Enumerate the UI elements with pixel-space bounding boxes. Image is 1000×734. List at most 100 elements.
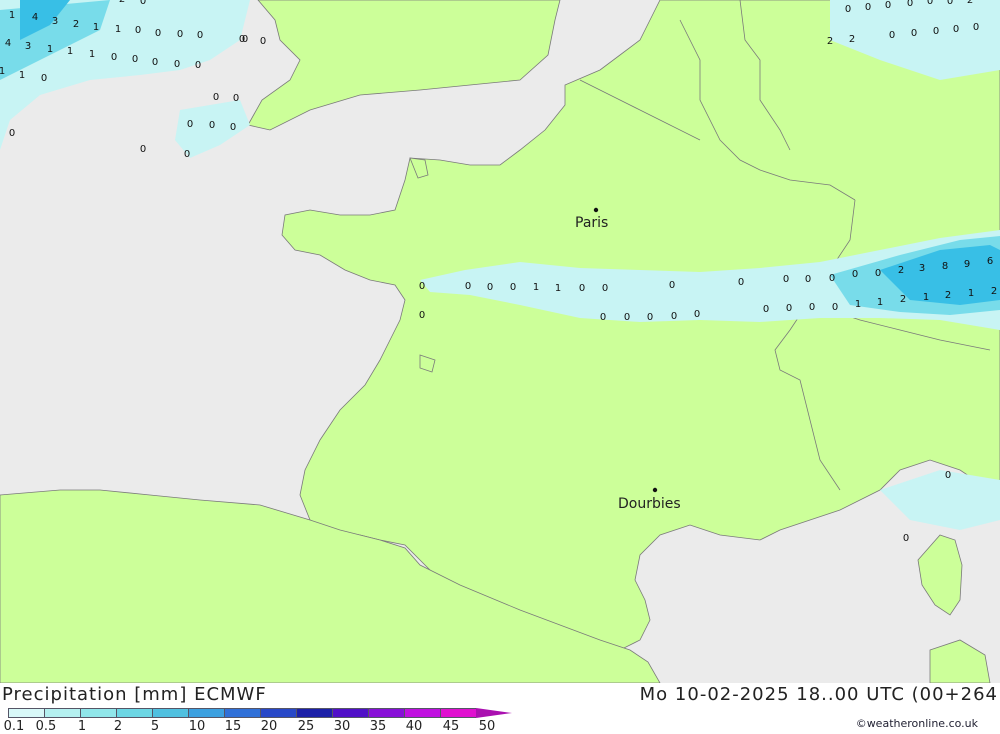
legend-swatch <box>8 708 44 718</box>
precip-value-label: 2 <box>827 36 833 47</box>
legend-label: 30 <box>333 719 351 734</box>
precip-value-label: 1 <box>93 22 99 33</box>
precip-value-label: 0 <box>602 283 608 294</box>
precip-value-label: 2 <box>849 34 855 45</box>
precip-value-label: 9 <box>964 259 970 270</box>
legend-swatch <box>116 708 152 718</box>
precip-value-label: 1 <box>47 44 53 55</box>
precip-value-label: 0 <box>945 470 951 481</box>
precip-value-label: 0 <box>510 282 516 293</box>
precip-value-label: 0 <box>140 144 146 155</box>
precip-value-label: 1 <box>115 24 121 35</box>
precip-value-label: 0 <box>233 93 239 104</box>
precip-value-label: 1 <box>555 283 561 294</box>
map-title: Precipitation [mm] ECMWF <box>2 684 267 705</box>
precip-value-label: 0 <box>669 280 675 291</box>
legend-swatch <box>44 708 80 718</box>
precip-value-label: 0 <box>579 283 585 294</box>
legend-swatch <box>152 708 188 718</box>
precip-value-label: 0 <box>600 312 606 323</box>
precip-value-label: 2 <box>900 294 906 305</box>
precip-value-label: 0 <box>845 4 851 15</box>
precip-value-label: 0 <box>783 274 789 285</box>
legend-label: 45 <box>442 719 460 734</box>
precip-value-label: 3 <box>919 263 925 274</box>
precip-value-label: 0 <box>829 273 835 284</box>
forecast-time: Mo 10-02-2025 18..00 UTC (00+264 <box>639 684 998 705</box>
precip-value-label: 0 <box>947 0 953 7</box>
precip-value-label: 2 <box>73 19 79 30</box>
precip-value-label: 1 <box>923 292 929 303</box>
precip-value-label: 0 <box>155 28 161 39</box>
city-label-paris: Paris <box>575 215 608 231</box>
legend-swatch <box>332 708 368 718</box>
precip-value-label: 0 <box>903 533 909 544</box>
legend-label: 1 <box>77 719 87 734</box>
precip-value-label: 0 <box>671 311 677 322</box>
precip-value-label: 0 <box>852 269 858 280</box>
precipitation-map: Paris Dourbies 1 4 3 2 1 1 0 0 0 0 0 4 3 1 1 1 0 0 0 0 0 1 1 0 0… <box>0 0 1000 683</box>
precip-value-label: 3 <box>25 41 31 52</box>
precip-value-label: 2 <box>967 0 973 6</box>
precip-value-label: 0 <box>973 22 979 33</box>
legend-label: 0.1 <box>3 719 25 734</box>
precip-value-label: 8 <box>942 261 948 272</box>
precip-value-label: 0 <box>419 281 425 292</box>
precip-value-label: 0 <box>809 302 815 313</box>
precip-value-label: 0 <box>111 52 117 63</box>
legend-swatch <box>260 708 296 718</box>
precip-value-label: 1 <box>89 49 95 60</box>
precip-value-label: 2 <box>119 0 125 5</box>
legend-swatch <box>404 708 440 718</box>
precip-value-label: 0 <box>197 30 203 41</box>
precip-value-label: 0 <box>187 119 193 130</box>
legend-swatch <box>80 708 116 718</box>
precip-value-label: 0 <box>260 36 266 47</box>
precip-value-label: 0 <box>647 312 653 323</box>
precip-value-label: 1 <box>877 297 883 308</box>
precip-value-label: 1 <box>968 288 974 299</box>
precip-value-label: 0 <box>230 122 236 133</box>
precip-value-label: 0 <box>907 0 913 9</box>
city-label-dourbies: Dourbies <box>618 496 681 512</box>
precip-value-label: 2 <box>991 286 997 297</box>
precipitation-legend <box>8 708 512 718</box>
precip-value-label: 3 <box>52 16 58 27</box>
precip-value-label: 2 <box>898 265 904 276</box>
precip-value-label: 0 <box>174 59 180 70</box>
legend-swatch <box>296 708 332 718</box>
city-dot-paris <box>593 207 599 213</box>
precip-value-label: 0 <box>177 29 183 40</box>
precip-value-label: 0 <box>152 57 158 68</box>
city-dot-dourbies <box>652 487 658 493</box>
legend-label: 0.5 <box>35 719 57 734</box>
credit-link[interactable]: ©weatheronline.co.uk <box>856 717 978 730</box>
precip-value-label: 6 <box>987 256 993 267</box>
legend-label: 20 <box>260 719 278 734</box>
precip-value-label: 0 <box>911 28 917 39</box>
precip-value-label: 4 <box>32 12 38 23</box>
precip-value-label: 0 <box>132 54 138 65</box>
precip-value-label: 1 <box>67 46 73 57</box>
precip-value-label: 1 <box>9 10 15 21</box>
precip-value-label: 0 <box>9 128 15 139</box>
legend-label: 40 <box>405 719 423 734</box>
precip-value-label: 0 <box>209 120 215 131</box>
precip-value-label: 0 <box>41 73 47 84</box>
legend-label: 2 <box>113 719 123 734</box>
precip-value-label: 0 <box>763 304 769 315</box>
precip-value-label: 0 <box>487 282 493 293</box>
precip-value-label: 0 <box>805 274 811 285</box>
precip-value-label: 0 <box>875 268 881 279</box>
legend-swatch <box>224 708 260 718</box>
legend-label: 50 <box>478 719 496 734</box>
precip-value-label: 0 <box>865 2 871 13</box>
precip-value-label: 0 <box>624 312 630 323</box>
precip-value-label: 0 <box>140 0 146 7</box>
precip-value-label: 0 <box>889 30 895 41</box>
precip-value-label: 0 <box>885 0 891 11</box>
precip-value-label: 0 <box>195 60 201 71</box>
legend-swatch <box>188 708 224 718</box>
legend-swatch <box>440 708 476 718</box>
legend-arrow <box>476 708 512 718</box>
